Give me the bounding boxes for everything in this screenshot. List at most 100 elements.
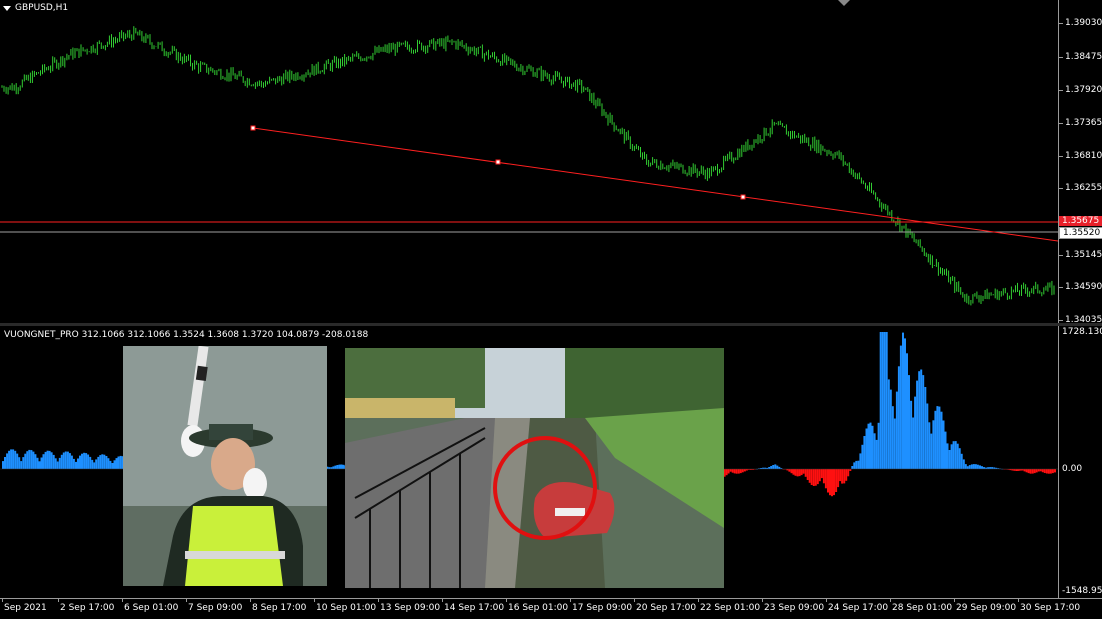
indicator-bar — [918, 371, 921, 469]
indicator-bar — [4, 457, 6, 469]
indicator-bar — [85, 453, 88, 469]
indicator-bar — [869, 422, 872, 469]
indicator-bar — [863, 436, 866, 469]
price-scale-tick — [1059, 57, 1063, 58]
indicator-bar — [8, 450, 11, 469]
indicator-bar — [768, 467, 771, 469]
indicator-bar — [822, 469, 825, 484]
price-scale-tick — [1059, 90, 1063, 91]
indicator-bar — [794, 469, 797, 476]
indicator-bar — [981, 466, 983, 469]
price-scale-label: 1.36255 — [1065, 183, 1102, 193]
trendline-anchor-handle — [250, 125, 256, 131]
price-scale-tick — [1059, 156, 1063, 157]
time-axis-label: 22 Sep 01:00 — [700, 603, 761, 613]
indicator-bar — [79, 455, 81, 469]
indicator-bar — [115, 458, 118, 469]
indicator-bar — [871, 425, 874, 469]
indicator-bar — [952, 441, 955, 469]
indicator-bar — [966, 466, 969, 469]
indicator-bar — [788, 469, 791, 472]
indicator-bar — [851, 466, 854, 469]
indicator-bar — [28, 449, 31, 469]
indicator-bar — [831, 469, 833, 497]
indicator-bar — [930, 433, 933, 469]
indicator-bar — [44, 451, 47, 469]
indicator-bar — [835, 469, 838, 492]
price-scale-label: 1.38475 — [1065, 52, 1102, 62]
time-axis-tick — [250, 599, 251, 602]
indicator-bar — [48, 450, 51, 469]
indicator-bar — [58, 457, 61, 469]
symbol-header[interactable]: GBPUSD,H1 — [3, 3, 68, 13]
indicator-bar — [89, 456, 92, 469]
time-axis-tick — [506, 599, 507, 602]
indicator-bar — [16, 453, 19, 469]
price-chart-svg[interactable] — [0, 0, 1059, 323]
indicator-bar — [908, 375, 910, 469]
price-scale-label: 1.35145 — [1065, 250, 1102, 260]
time-axis[interactable]: Sep 2021 2 Sep 17:00 6 Sep 01:00 7 Sep 09:0… — [0, 598, 1102, 619]
indicator-bar — [968, 465, 971, 469]
indicator-bar — [816, 469, 819, 485]
indicator-bar — [75, 461, 77, 469]
indicator-bar — [739, 469, 742, 474]
indicator-bar — [81, 453, 83, 469]
time-axis-label: 14 Sep 17:00 — [444, 603, 505, 613]
price-candles — [1, 26, 1055, 306]
indicator-bar — [770, 466, 773, 469]
price-scale-tick — [1059, 188, 1063, 189]
indicator-bar — [979, 465, 981, 469]
indicator-bar — [24, 453, 27, 469]
indicator-bar — [1029, 469, 1032, 474]
indicator-bar — [56, 461, 59, 469]
indicator-bar — [914, 396, 917, 469]
indicator-bar — [1047, 469, 1050, 474]
chart-shift-marker-icon[interactable] — [838, 0, 850, 6]
triangle-down-icon[interactable] — [3, 5, 11, 11]
indicator-bar — [962, 459, 965, 469]
indicator-scale[interactable]: 1728.1301 0.00 -1548.958 — [1058, 326, 1102, 598]
price-scale[interactable]: 1.39030 1.38475 1.37920 1.37365 1.36810 1.362… — [1058, 0, 1102, 325]
time-axis-label: 7 Sep 09:00 — [188, 603, 243, 613]
indicator-bar — [987, 467, 990, 469]
indicator-bar — [887, 379, 890, 469]
price-chart-pane[interactable]: GBPUSD,H1 — [0, 0, 1059, 323]
indicator-bar — [897, 366, 900, 469]
indicator-bar — [733, 469, 736, 474]
indicator-bar — [983, 467, 985, 469]
indicator-bar — [1015, 469, 1018, 471]
indicator-bar — [97, 456, 100, 469]
indicator-bar — [1039, 469, 1042, 472]
indicator-bar — [976, 464, 979, 469]
indicator-bar — [881, 332, 884, 469]
indicator-bar — [40, 457, 43, 469]
indicator-bar — [902, 332, 904, 469]
indicator-bar — [865, 428, 868, 469]
indicator-bar — [1051, 469, 1054, 474]
indicator-bar — [1037, 469, 1040, 472]
indicator-bar — [875, 439, 878, 469]
indicator-bar — [741, 469, 744, 473]
time-axis-tick — [186, 599, 187, 602]
indicator-bar — [743, 469, 746, 472]
indicator-bar — [727, 469, 730, 474]
time-axis-label: 20 Sep 17:00 — [636, 603, 697, 613]
bid-price-tag: 1.35520 — [1059, 227, 1102, 239]
time-axis-label: 8 Sep 17:00 — [252, 603, 307, 613]
indicator-bar — [1045, 469, 1048, 474]
indicator-bar — [893, 418, 896, 469]
indicator-bar — [735, 469, 738, 474]
indicator-bar — [30, 450, 33, 469]
indicator-bar — [332, 466, 335, 469]
indicator-bar — [891, 406, 894, 469]
indicator-bar — [843, 469, 846, 484]
indicator-bar — [944, 431, 947, 469]
indicator-bar — [107, 458, 110, 469]
indicator-bar — [1023, 469, 1026, 472]
indicator-bar — [824, 469, 827, 489]
indicator-bar — [336, 465, 339, 469]
indicator-bar — [841, 469, 844, 484]
time-axis-tick — [826, 599, 827, 602]
indicator-bar — [113, 460, 116, 469]
